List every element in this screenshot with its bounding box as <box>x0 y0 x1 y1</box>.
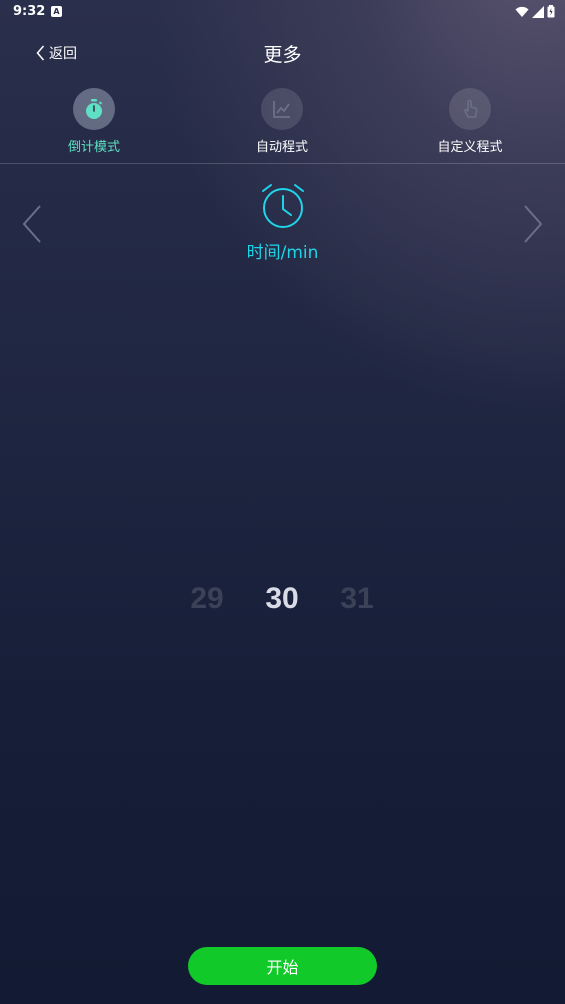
battery-icon <box>547 5 555 18</box>
start-button[interactable]: 开始 <box>188 947 377 985</box>
tab-custom-program[interactable]: 自定义程式 <box>410 88 530 155</box>
picker-prev-value[interactable]: 29 <box>167 582 247 616</box>
alarm-clock-icon <box>261 184 304 228</box>
tab-label: 倒计模式 <box>67 140 120 155</box>
tab-label: 自定义程式 <box>437 140 503 155</box>
minute-picker[interactable]: 29 30 31 <box>0 582 565 630</box>
tab-countdown-mode[interactable]: 倒计模式 <box>34 88 154 155</box>
signal-icon <box>532 5 544 18</box>
header: 返回 更多 <box>0 36 565 70</box>
stopwatch-icon <box>86 99 102 119</box>
tab-icon-bg <box>73 88 115 130</box>
tab-label: 自动程式 <box>255 140 308 155</box>
picker-selected-value[interactable]: 30 <box>242 582 322 616</box>
tab-auto-program[interactable]: 自动程式 <box>222 88 342 155</box>
timer-block: 时间/min <box>0 182 565 263</box>
wifi-icon <box>515 6 529 17</box>
status-icons <box>515 5 555 18</box>
status-bar: 9:32 A <box>0 0 565 24</box>
tab-icon-bg <box>261 88 303 130</box>
mode-tabs: 倒计模式 自动程式 自定义程式 <box>0 88 565 164</box>
picker-next-value[interactable]: 31 <box>317 582 397 616</box>
tab-icon-bg <box>449 88 491 130</box>
page-title: 更多 <box>263 44 302 66</box>
hand-pointer-icon <box>464 99 478 118</box>
notification-icon: A <box>51 6 62 17</box>
status-time: 9:32 <box>13 4 46 19</box>
chart-icon <box>273 101 290 118</box>
time-unit-label: 时间/min <box>246 243 319 263</box>
